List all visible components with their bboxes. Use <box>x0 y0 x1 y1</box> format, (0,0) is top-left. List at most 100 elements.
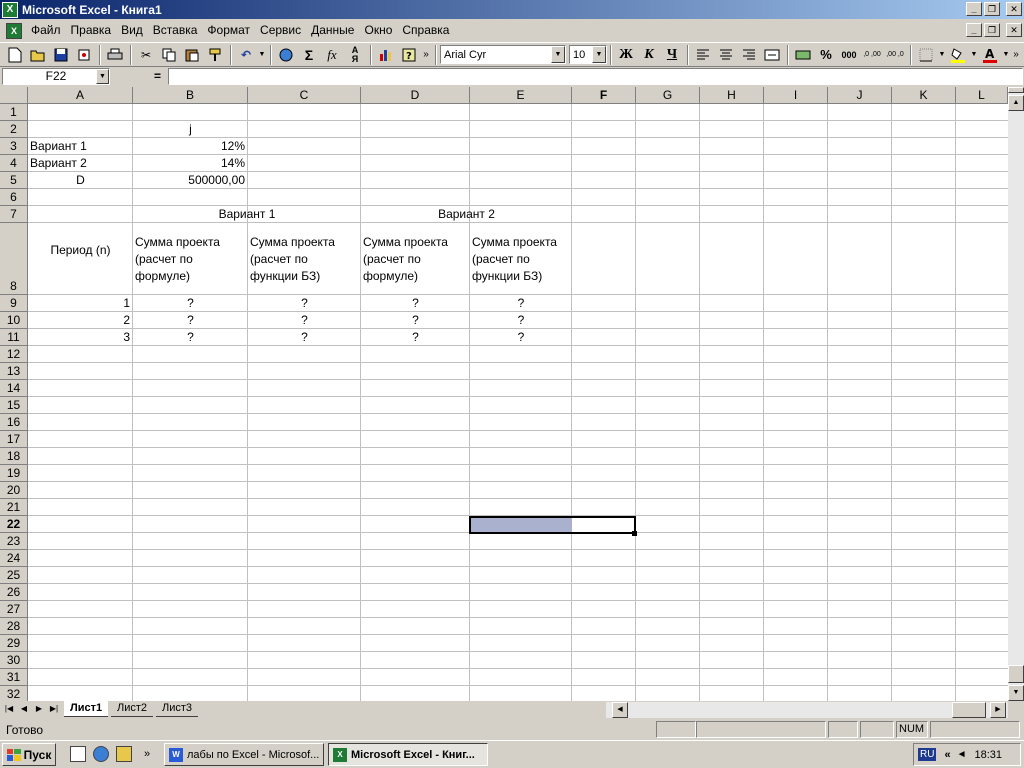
toolbar-options-icon[interactable]: » <box>421 44 431 66</box>
row-header-29[interactable]: 29 <box>0 635 28 652</box>
cell-a10[interactable]: 2 <box>28 312 133 328</box>
cell-b11[interactable]: ? <box>133 329 248 345</box>
first-sheet-button[interactable]: |◀ <box>2 702 16 716</box>
workbook-restore-button[interactable]: ❐ <box>984 23 1000 37</box>
cell-a9[interactable]: 1 <box>28 295 133 311</box>
cell-d11[interactable]: ? <box>361 329 470 345</box>
speaker-icon[interactable]: ◄ <box>957 749 967 760</box>
cell-e11[interactable]: ? <box>470 329 572 345</box>
row-header-10[interactable]: 10 <box>0 312 28 329</box>
column-header-a[interactable]: A <box>28 87 133 104</box>
scroll-down-button[interactable]: ▼ <box>1008 685 1024 701</box>
column-header-e[interactable]: E <box>470 87 572 104</box>
save-icon[interactable] <box>50 44 72 66</box>
cell-b10[interactable]: ? <box>133 312 248 328</box>
fill-handle[interactable] <box>632 531 637 536</box>
undo-dropdown-icon[interactable]: ▼ <box>258 44 266 66</box>
permission-icon[interactable] <box>73 44 95 66</box>
column-header-c[interactable]: C <box>248 87 361 104</box>
row-header-8[interactable]: 8 <box>0 223 28 295</box>
language-indicator[interactable]: RU <box>918 748 937 761</box>
sheet-tab-1[interactable]: Лист1 <box>64 701 109 717</box>
active-cell[interactable] <box>469 516 636 534</box>
cell-e9[interactable]: ? <box>470 295 572 311</box>
cell-b4[interactable]: 14% <box>133 155 248 171</box>
chevron-down-icon[interactable]: ▼ <box>592 46 606 63</box>
row-header-32[interactable]: 32 <box>0 686 28 701</box>
cell-b8[interactable]: Сумма проекта (расчет по формуле) <box>133 234 241 285</box>
hyperlink-icon[interactable] <box>275 44 297 66</box>
menu-insert[interactable]: Вставка <box>148 20 203 41</box>
align-center-icon[interactable] <box>715 44 737 66</box>
cell-c10[interactable]: ? <box>248 312 361 328</box>
row-header-6[interactable]: 6 <box>0 189 28 206</box>
menu-window[interactable]: Окно <box>359 20 397 41</box>
italic-button[interactable]: К <box>638 44 660 66</box>
sort-ascending-icon[interactable]: АЯ <box>344 44 366 66</box>
close-button[interactable]: ✕ <box>1006 2 1022 16</box>
row-header-5[interactable]: 5 <box>0 172 28 189</box>
scroll-left-button[interactable]: ◀ <box>612 702 628 718</box>
internet-explorer-icon[interactable] <box>93 746 109 762</box>
column-header-l[interactable]: L <box>956 87 1008 104</box>
cell-c8[interactable]: Сумма проекта (расчет по функции БЗ) <box>248 234 354 285</box>
cell-e8[interactable]: Сумма проекта (расчет по функции БЗ) <box>470 234 570 285</box>
open-icon[interactable] <box>27 44 49 66</box>
row-header-22[interactable]: 22 <box>0 516 28 533</box>
copy-icon[interactable] <box>158 44 180 66</box>
vertical-scrollbar[interactable]: ▲ ▼ <box>1008 87 1024 701</box>
sheet-tab-2[interactable]: Лист2 <box>111 701 154 717</box>
merge-center-icon[interactable] <box>761 44 783 66</box>
row-header-2[interactable]: 2 <box>0 121 28 138</box>
row-header-3[interactable]: 3 <box>0 138 28 155</box>
borders-icon[interactable] <box>915 44 937 66</box>
fill-color-icon[interactable] <box>947 44 969 66</box>
row-header-9[interactable]: 9 <box>0 295 28 312</box>
row-header-4[interactable]: 4 <box>0 155 28 172</box>
last-sheet-button[interactable]: ▶| <box>47 702 61 716</box>
align-right-icon[interactable] <box>738 44 760 66</box>
column-header-k[interactable]: K <box>892 87 956 104</box>
start-button[interactable]: Пуск <box>2 743 56 766</box>
quick-launch-chevron[interactable]: » <box>140 743 154 765</box>
cell-c9[interactable]: ? <box>248 295 361 311</box>
workbook-icon[interactable]: X <box>6 22 22 39</box>
horizontal-scroll-thumb[interactable] <box>952 702 986 718</box>
cell-b9[interactable]: ? <box>133 295 248 311</box>
currency-icon[interactable] <box>792 44 814 66</box>
row-header-17[interactable]: 17 <box>0 431 28 448</box>
percent-button[interactable]: % <box>815 44 837 66</box>
row-header-1[interactable]: 1 <box>0 104 28 121</box>
cell-a8[interactable]: Период (n) <box>28 242 133 258</box>
menu-help[interactable]: Справка <box>397 20 454 41</box>
row-header-7[interactable]: 7 <box>0 206 28 223</box>
underline-button[interactable]: Ч <box>661 44 683 66</box>
thousands-separator-button[interactable]: 000 <box>838 44 860 66</box>
next-sheet-button[interactable]: ▶ <box>32 702 46 716</box>
row-header-23[interactable]: 23 <box>0 533 28 550</box>
print-icon[interactable] <box>104 44 126 66</box>
cell-a11[interactable]: 3 <box>28 329 133 345</box>
row-header-13[interactable]: 13 <box>0 363 28 380</box>
row-header-18[interactable]: 18 <box>0 448 28 465</box>
undo-icon[interactable]: ↶ <box>235 44 257 66</box>
increase-decimal-button[interactable]: ,0 ,00 <box>861 44 883 66</box>
row-header-20[interactable]: 20 <box>0 482 28 499</box>
cell-b5[interactable]: 500000,00 <box>133 172 248 188</box>
row-header-12[interactable]: 12 <box>0 346 28 363</box>
row-header-30[interactable]: 30 <box>0 652 28 669</box>
select-all-corner[interactable] <box>0 87 28 104</box>
font-size-combo[interactable]: 10 ▼ <box>569 45 607 64</box>
scroll-up-button[interactable]: ▲ <box>1008 95 1024 111</box>
menu-format[interactable]: Формат <box>202 20 255 41</box>
row-header-25[interactable]: 25 <box>0 567 28 584</box>
column-header-d[interactable]: D <box>361 87 470 104</box>
paste-icon[interactable] <box>181 44 203 66</box>
align-left-icon[interactable] <box>692 44 714 66</box>
chevron-down-icon[interactable]: ▼ <box>551 46 565 63</box>
borders-dropdown-icon[interactable]: ▼ <box>938 44 946 66</box>
fill-color-dropdown-icon[interactable]: ▼ <box>970 44 978 66</box>
row-header-31[interactable]: 31 <box>0 669 28 686</box>
row-header-27[interactable]: 27 <box>0 601 28 618</box>
function-icon[interactable]: fx <box>321 44 343 66</box>
